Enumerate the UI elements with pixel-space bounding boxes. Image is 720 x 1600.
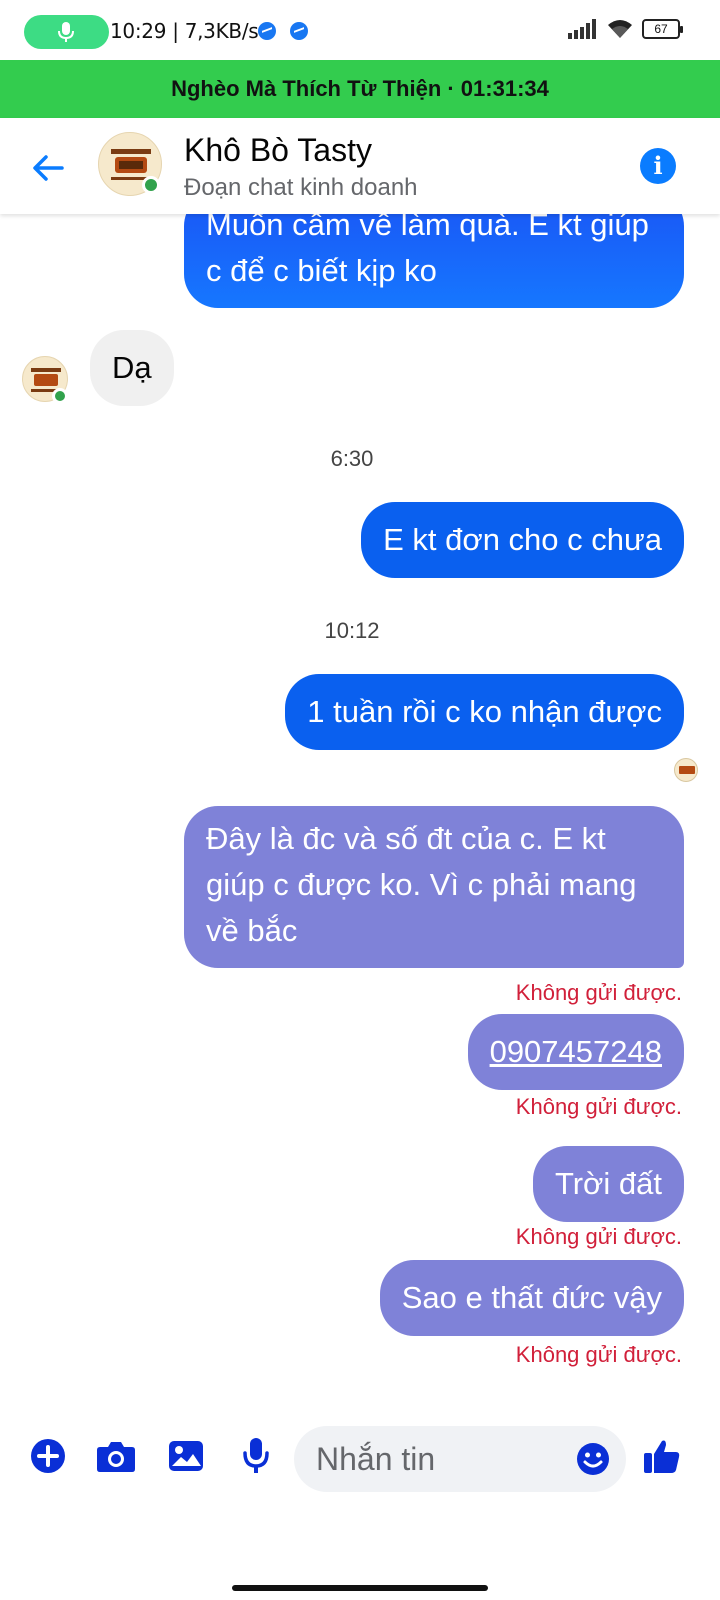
failed-message[interactable]: Đây là đc và số đt của c. E kt giúp c đư… — [184, 806, 684, 968]
online-status-dot — [142, 176, 160, 194]
failed-message[interactable]: Sao e thất đức vậy — [379, 1260, 684, 1336]
camera-icon — [97, 1442, 135, 1472]
image-icon — [169, 1441, 203, 1471]
more-actions-button[interactable] — [26, 1434, 70, 1478]
send-failed-label[interactable]: Không gửi được. — [516, 980, 682, 1006]
gallery-button[interactable] — [164, 1434, 208, 1478]
signal-icon — [568, 19, 596, 39]
timestamp: 10:12 — [324, 618, 380, 643]
smiley-icon — [577, 1443, 609, 1475]
message-text: 1 tuần rồi c ko nhận được — [307, 694, 662, 729]
failed-message[interactable]: Trời đất — [532, 1146, 684, 1222]
seen-receipt-avatar — [674, 758, 698, 782]
chat-title[interactable]: Khô Bò Tasty — [184, 132, 372, 169]
chat-header: Khô Bò Tasty Đoạn chat kinh doanh i — [0, 118, 720, 214]
message-text: E kt đơn cho c chưa — [383, 522, 662, 557]
online-status-dot — [52, 388, 68, 404]
wifi-icon — [608, 20, 632, 38]
emoji-button[interactable] — [576, 1442, 610, 1476]
message-thread[interactable]: Muốn cầm về làm quà. E kt giúp c để c bi… — [0, 214, 720, 1406]
mic-active-indicator[interactable] — [24, 15, 109, 49]
message-text: Muốn cầm về làm quà. E kt giúp c để c bi… — [206, 214, 649, 288]
send-failed-label[interactable]: Không gửi được. — [516, 1342, 682, 1368]
shop-logo-icon — [679, 766, 695, 774]
status-bar: 10:29 | 7,3KB/s 67 — [0, 0, 720, 60]
chat-subtitle: Đoạn chat kinh doanh — [184, 174, 418, 201]
timestamp: 6:30 — [330, 446, 374, 471]
send-failed-label[interactable]: Không gửi được. — [516, 1094, 682, 1120]
thumbs-up-icon — [644, 1440, 680, 1473]
battery-icon: 67 — [642, 19, 683, 39]
send-failed-label[interactable]: Không gửi được. — [516, 1224, 682, 1250]
like-button[interactable] — [640, 1434, 684, 1478]
info-icon[interactable]: i — [640, 148, 676, 184]
outgoing-message[interactable]: Muốn cầm về làm quà. E kt giúp c để c bi… — [184, 214, 684, 308]
messenger-notification-icon — [258, 22, 276, 40]
message-composer — [0, 1406, 720, 1506]
arrow-left-icon — [33, 155, 64, 181]
back-button[interactable] — [28, 148, 68, 188]
microphone-icon — [243, 1438, 269, 1473]
voice-record-button[interactable] — [234, 1434, 278, 1478]
home-indicator[interactable] — [232, 1585, 488, 1591]
failed-message[interactable]: 0907457248 — [467, 1014, 684, 1090]
plus-circle-icon — [31, 1439, 65, 1473]
phone-number-link[interactable]: 0907457248 — [490, 1034, 662, 1069]
incoming-message[interactable]: Dạ — [90, 330, 174, 406]
battery-level: 67 — [654, 22, 668, 36]
outgoing-message[interactable]: E kt đơn cho c chưa — [361, 502, 684, 578]
message-text: Dạ — [112, 350, 152, 385]
microphone-icon — [58, 22, 74, 42]
camera-button[interactable] — [94, 1434, 138, 1478]
messenger-notification-icon — [290, 22, 308, 40]
call-banner-text: Nghèo Mà Thích Từ Thiện · 01:31:34 — [171, 76, 549, 101]
message-text: Đây là đc và số đt của c. E kt giúp c đư… — [206, 821, 637, 948]
message-text: Sao e thất đức vậy — [401, 1280, 662, 1315]
outgoing-message[interactable]: 1 tuần rồi c ko nhận được — [285, 674, 684, 750]
message-text: Trời đất — [554, 1166, 662, 1201]
ongoing-call-banner[interactable]: Nghèo Mà Thích Từ Thiện · 01:31:34 — [0, 60, 720, 118]
status-time-speed: 10:29 | 7,3KB/s — [110, 19, 259, 43]
